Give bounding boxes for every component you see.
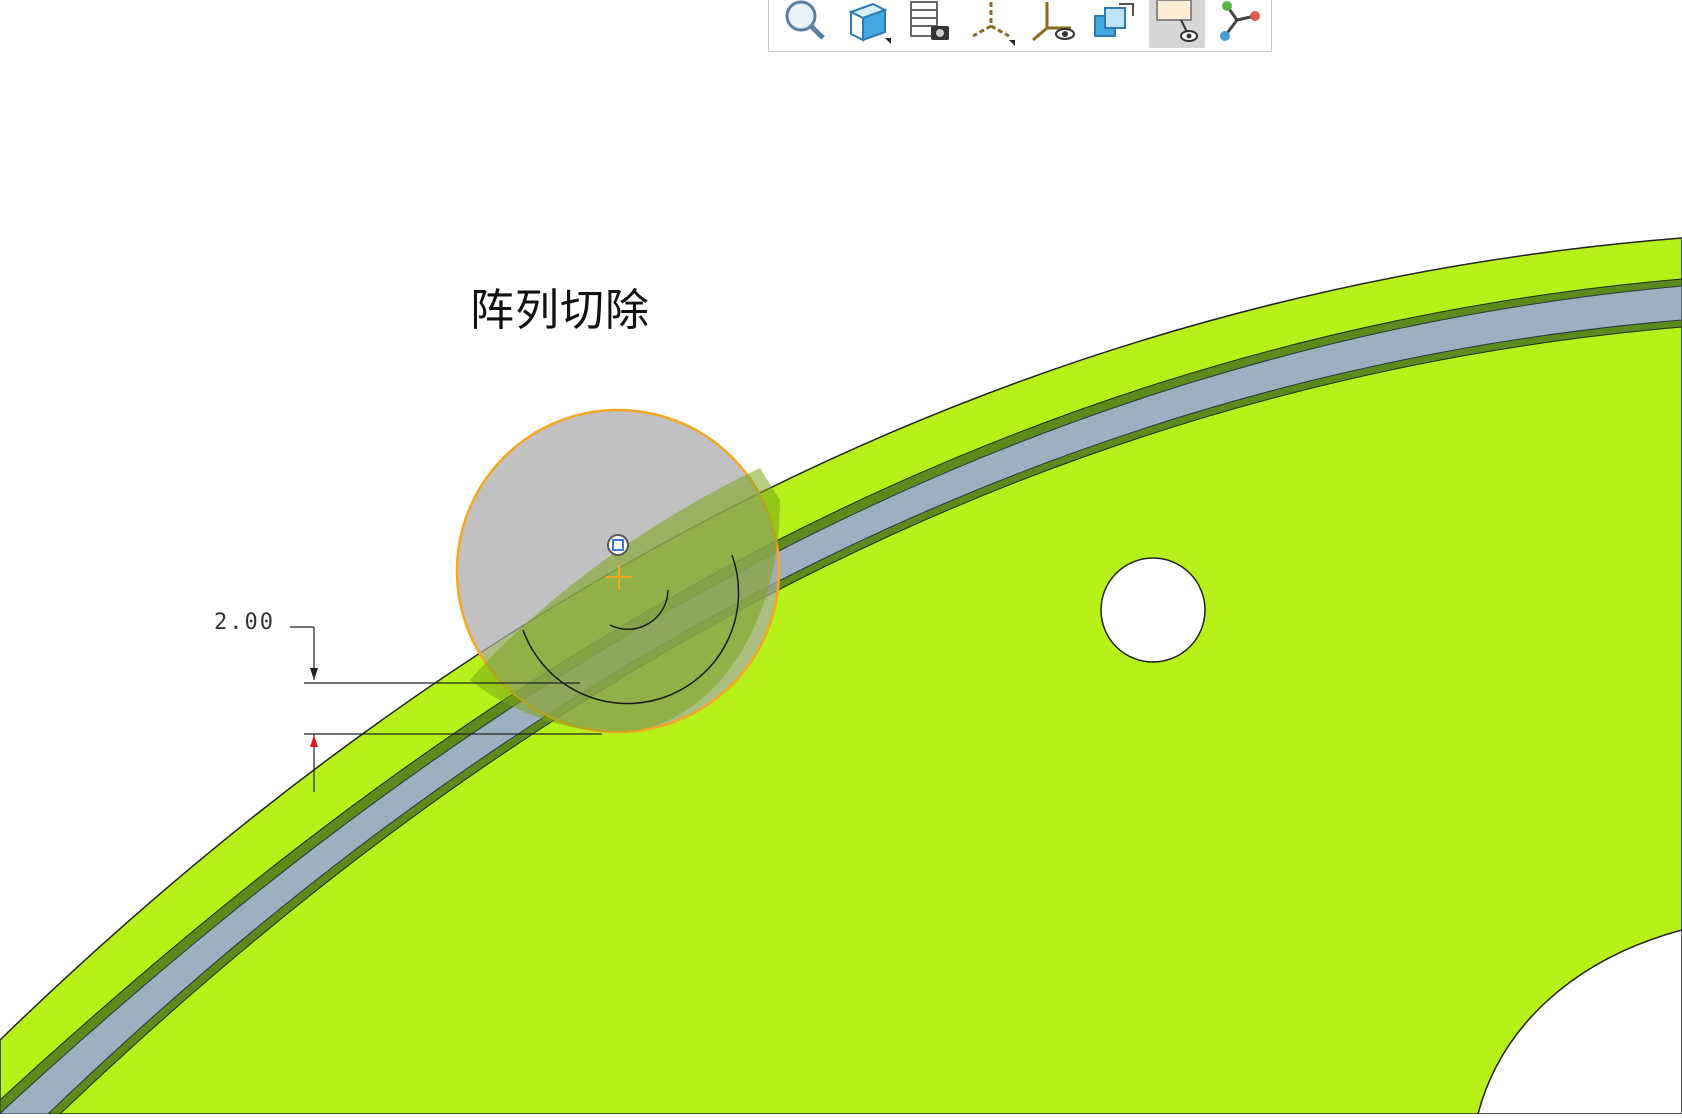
coordinate-system-display-button[interactable] <box>1025 0 1081 48</box>
coordinate-system-display-icon <box>1027 0 1079 50</box>
model-tree-icon <box>1213 0 1265 50</box>
dimension-value[interactable]: 2.00 <box>214 610 275 635</box>
view-cube-icon <box>841 0 893 50</box>
feature-label[interactable]: 阵列切除 <box>470 274 650 338</box>
graphics-viewport[interactable]: 阵列切除 2.00 <box>0 0 1682 1115</box>
datum-axis-display-icon <box>965 0 1017 50</box>
saved-views-button[interactable] <box>901 0 957 48</box>
part-body[interactable] <box>0 237 1682 1115</box>
through-hole[interactable] <box>1100 557 1206 663</box>
zoom-icon <box>779 0 831 50</box>
cut-preview[interactable] <box>455 408 781 734</box>
view-cube-button[interactable] <box>839 0 895 48</box>
saved-views-icon <box>903 0 955 50</box>
spin-center-button[interactable] <box>1087 0 1143 48</box>
annotation-display-icon <box>1151 0 1203 50</box>
datum-axis-display-button[interactable] <box>963 0 1019 48</box>
annotation-display-button[interactable] <box>1149 0 1205 48</box>
model-canvas[interactable] <box>0 0 1682 1115</box>
zoom-button[interactable] <box>777 0 833 48</box>
graphics-toolbar <box>768 0 1272 52</box>
model-tree-button[interactable] <box>1211 0 1267 48</box>
spin-center-icon <box>1089 0 1141 50</box>
